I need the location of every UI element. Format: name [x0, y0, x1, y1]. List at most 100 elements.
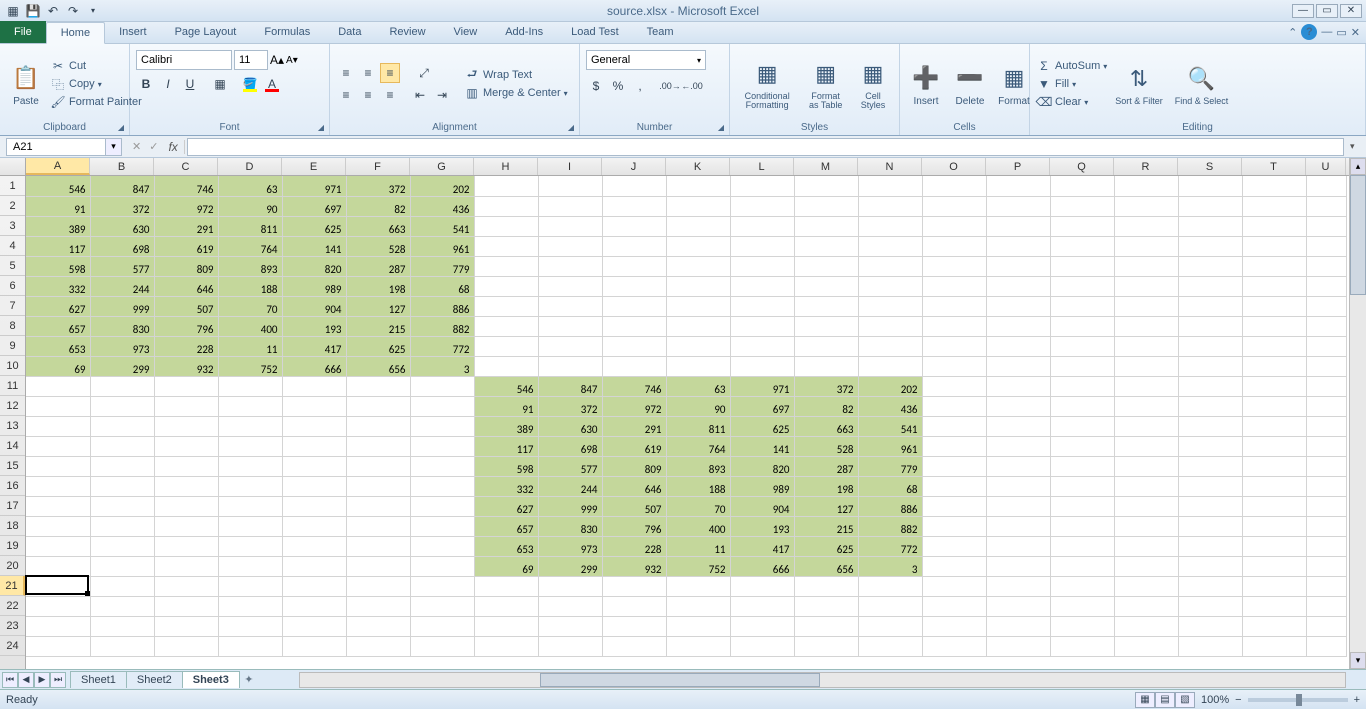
cell[interactable]	[986, 576, 1050, 596]
cell[interactable]	[1114, 176, 1178, 196]
cell[interactable]	[1114, 556, 1178, 576]
cell[interactable]	[154, 396, 218, 416]
cell[interactable]	[922, 196, 986, 216]
cell[interactable]	[922, 316, 986, 336]
find-select-button[interactable]: 🔍Find & Select	[1171, 61, 1233, 108]
cell[interactable]	[730, 356, 794, 376]
enter-formula-icon[interactable]: ✓	[145, 140, 162, 153]
cell[interactable]	[346, 436, 410, 456]
font-size-select[interactable]	[234, 50, 268, 70]
cell[interactable]	[538, 316, 602, 336]
cell[interactable]	[794, 576, 858, 596]
new-sheet-button[interactable]: ✦	[239, 673, 259, 686]
row-header[interactable]: 3	[0, 216, 25, 236]
column-header[interactable]: N	[858, 158, 922, 175]
row-header[interactable]: 11	[0, 376, 25, 396]
cell[interactable]	[1306, 316, 1346, 336]
cell[interactable]	[986, 456, 1050, 476]
cell[interactable]	[282, 416, 346, 436]
cell[interactable]	[1306, 336, 1346, 356]
cell[interactable]: 646	[154, 276, 218, 296]
column-header[interactable]: G	[410, 158, 474, 175]
cell[interactable]	[218, 376, 282, 396]
cell[interactable]	[1242, 476, 1306, 496]
cell[interactable]	[26, 516, 90, 536]
cell[interactable]	[666, 316, 730, 336]
cell[interactable]	[1242, 236, 1306, 256]
cell[interactable]: 666	[282, 356, 346, 376]
cell[interactable]: 625	[730, 416, 794, 436]
cell[interactable]: 202	[410, 176, 474, 196]
cell[interactable]	[1114, 276, 1178, 296]
vertical-scrollbar[interactable]: ▴ ▾	[1349, 158, 1366, 669]
cell[interactable]	[922, 516, 986, 536]
cell[interactable]: 746	[154, 176, 218, 196]
row-header[interactable]: 17	[0, 496, 25, 516]
row-header[interactable]: 5	[0, 256, 25, 276]
cell[interactable]: 507	[602, 496, 666, 516]
name-box[interactable]: A21	[6, 138, 106, 156]
cell[interactable]	[986, 556, 1050, 576]
cell[interactable]	[1178, 216, 1242, 236]
cell[interactable]	[858, 276, 922, 296]
cell[interactable]	[26, 636, 90, 656]
underline-button[interactable]: U	[180, 74, 200, 94]
cell[interactable]	[1178, 436, 1242, 456]
cell[interactable]: 332	[474, 476, 538, 496]
cell[interactable]	[346, 576, 410, 596]
cell[interactable]: 507	[154, 296, 218, 316]
cell[interactable]	[1178, 356, 1242, 376]
sheet-tab[interactable]: Sheet1	[70, 671, 127, 688]
cell[interactable]	[1306, 176, 1346, 196]
cell[interactable]	[922, 396, 986, 416]
cell[interactable]	[410, 476, 474, 496]
cell[interactable]	[154, 416, 218, 436]
cell[interactable]	[218, 416, 282, 436]
cell[interactable]	[474, 356, 538, 376]
column-header[interactable]: E	[282, 158, 346, 175]
cell[interactable]	[346, 456, 410, 476]
cell[interactable]	[1050, 636, 1114, 656]
cell[interactable]: 697	[282, 196, 346, 216]
cell[interactable]	[1178, 636, 1242, 656]
cut-button[interactable]: ✂Cut	[50, 58, 142, 74]
cell[interactable]	[922, 336, 986, 356]
cell[interactable]: 400	[666, 516, 730, 536]
vscroll-thumb[interactable]	[1350, 175, 1366, 295]
cell[interactable]	[1114, 576, 1178, 596]
cell[interactable]	[1114, 536, 1178, 556]
cell[interactable]: 528	[794, 436, 858, 456]
redo-icon[interactable]: ↷	[64, 2, 82, 20]
cell[interactable]: 287	[346, 256, 410, 276]
cell[interactable]: 630	[538, 416, 602, 436]
cell[interactable]	[474, 256, 538, 276]
cell[interactable]: 625	[794, 536, 858, 556]
cell[interactable]: 193	[730, 516, 794, 536]
cell[interactable]: 228	[154, 336, 218, 356]
cell[interactable]: 91	[474, 396, 538, 416]
cell[interactable]	[282, 456, 346, 476]
cell[interactable]	[154, 516, 218, 536]
row-header[interactable]: 1	[0, 176, 25, 196]
cell[interactable]	[858, 356, 922, 376]
cell[interactable]	[90, 636, 154, 656]
cell[interactable]: 656	[346, 356, 410, 376]
cell[interactable]	[986, 316, 1050, 336]
cell[interactable]	[986, 336, 1050, 356]
cell[interactable]: 541	[858, 416, 922, 436]
cell[interactable]	[90, 536, 154, 556]
row-header[interactable]: 22	[0, 596, 25, 616]
cell[interactable]	[1050, 616, 1114, 636]
cell[interactable]	[666, 276, 730, 296]
cell[interactable]	[922, 216, 986, 236]
cell[interactable]	[986, 416, 1050, 436]
cell[interactable]: 127	[794, 496, 858, 516]
cell[interactable]	[794, 596, 858, 616]
row-header[interactable]: 13	[0, 416, 25, 436]
cell[interactable]	[1306, 556, 1346, 576]
cell[interactable]	[474, 276, 538, 296]
zoom-in-button[interactable]: +	[1354, 694, 1360, 706]
cell[interactable]	[410, 576, 474, 596]
cell[interactable]	[282, 376, 346, 396]
cell[interactable]: 91	[26, 196, 90, 216]
